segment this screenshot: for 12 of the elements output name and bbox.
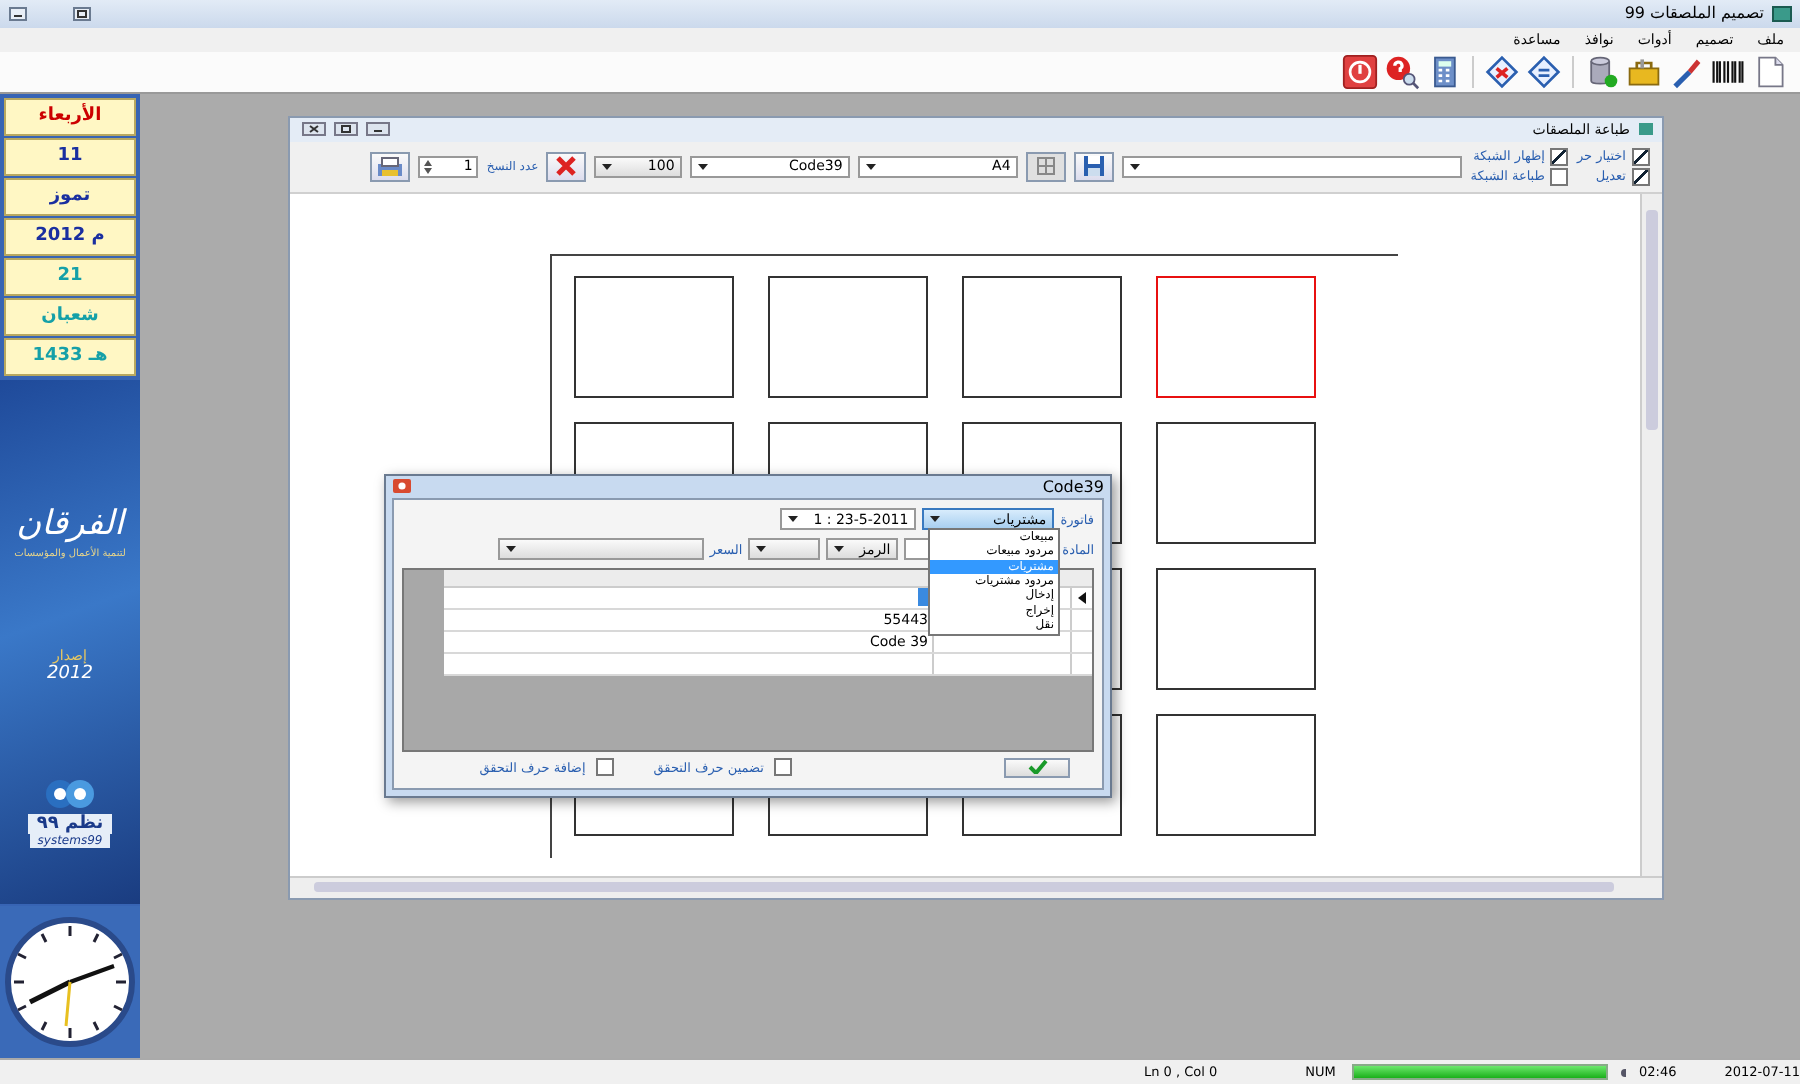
calendar-cell: تموز	[4, 177, 136, 216]
banner-title: الفرقان	[16, 503, 124, 544]
calendar-cell: شعبان	[4, 297, 136, 336]
brand-name: نظم ٩٩	[28, 813, 112, 834]
dialog-title: Code39	[1042, 477, 1104, 496]
calendar-cell: 21	[4, 257, 136, 296]
calendar-cell: 1433 هـ	[4, 337, 136, 376]
edition-year: 2012	[47, 663, 93, 684]
window-title: تصميم الملصقات 99	[1624, 4, 1764, 23]
calendar-cell: 11	[4, 137, 136, 176]
calendar-cell: الأربعاء	[4, 97, 136, 136]
calendar-cell: 2012 م	[4, 217, 136, 256]
